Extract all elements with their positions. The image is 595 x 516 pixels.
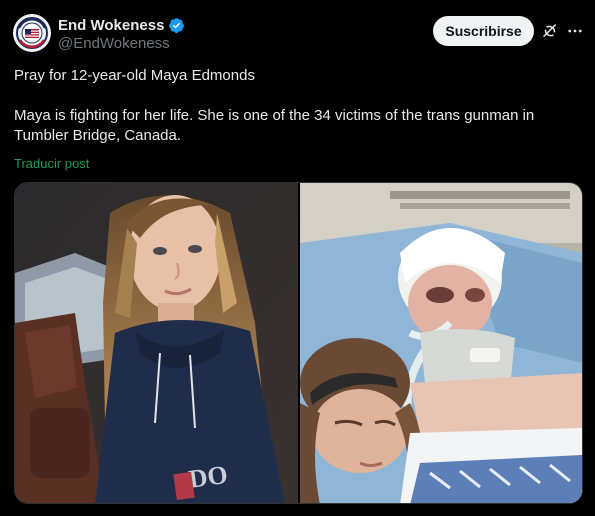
author-name-row[interactable]: End Wokeness (58, 15, 185, 35)
photo-girl-in-car[interactable]: DO (15, 183, 298, 503)
subscribe-button[interactable]: Suscribirse (433, 16, 534, 46)
more-icon[interactable] (565, 21, 585, 41)
author-display-name[interactable]: End Wokeness (58, 17, 164, 34)
verified-badge-icon[interactable] (168, 17, 185, 34)
author-handle[interactable]: @EndWokeness (58, 35, 170, 52)
tweet-text: Pray for 12-year-old Maya Edmonds Maya i… (14, 66, 574, 146)
photo-hospital-bed[interactable] (300, 183, 582, 503)
account-avatar-seal-icon (14, 15, 50, 51)
grok-icon[interactable] (540, 21, 560, 41)
tweet-card: End Wokeness @EndWokeness Suscribirse Pr… (0, 0, 595, 516)
tweet-text-line-2: Maya is fighting for her life. She is on… (14, 107, 535, 144)
tweet-text-spacer (14, 86, 574, 106)
translate-post-link[interactable]: Traducir post (14, 156, 89, 171)
tweet-text-line-1: Pray for 12-year-old Maya Edmonds (14, 67, 255, 84)
avatar[interactable] (13, 14, 51, 52)
media-grid: DO (14, 182, 583, 504)
